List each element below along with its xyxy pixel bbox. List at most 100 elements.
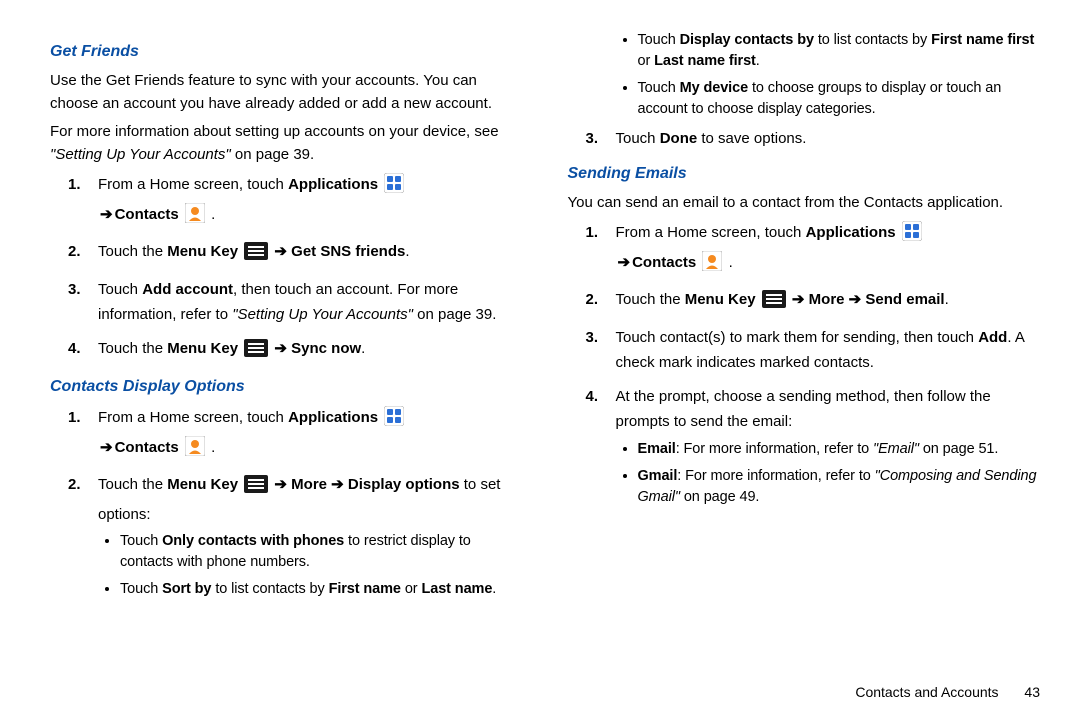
text: on page 49.	[684, 489, 760, 505]
step: Touch contact(s) to mark them for sendin…	[616, 325, 1046, 376]
menu-key-icon	[244, 242, 268, 269]
text: .	[207, 439, 215, 456]
label: Last name first	[654, 53, 756, 69]
text: Touch the	[98, 476, 167, 493]
bullets-list: Touch Only contacts with phones to restr…	[98, 531, 528, 600]
arrow-icon: ➔	[270, 476, 291, 493]
step: From a Home screen, touch Applications ➔…	[98, 405, 528, 464]
arrow-icon: ➔	[788, 291, 809, 308]
applications-icon	[384, 406, 404, 435]
contacts-icon	[702, 251, 722, 280]
label-send-email: Send email	[865, 291, 944, 308]
step: From a Home screen, touch Applications ➔…	[616, 220, 1046, 279]
text: Touch the	[616, 291, 685, 308]
step: Touch the Menu Key ➔ More ➔ Send email.	[616, 287, 1046, 317]
bullet-item: Email: For more information, refer to "E…	[638, 439, 1046, 460]
right-column: Touch Display contacts by to list contac…	[548, 30, 1046, 700]
bullets-list: Email: For more information, refer to "E…	[616, 439, 1046, 508]
label-done: Done	[660, 130, 698, 147]
manual-page: Get Friends Use the Get Friends feature …	[0, 0, 1080, 720]
reference: "Setting Up Your Accounts"	[232, 306, 417, 323]
label: Sort by	[162, 581, 211, 597]
text: Touch	[616, 130, 660, 147]
label-add-account: Add account	[142, 281, 233, 298]
text: .	[756, 53, 760, 69]
section-name: Contacts and Accounts	[855, 684, 998, 700]
menu-key-icon	[244, 339, 268, 366]
text: Touch	[638, 32, 680, 48]
label-applications: Applications	[806, 224, 896, 241]
left-column: Get Friends Use the Get Friends feature …	[50, 30, 548, 700]
text: From a Home screen, touch	[98, 176, 288, 193]
text: or	[638, 53, 655, 69]
text: From a Home screen, touch	[616, 224, 806, 241]
label: Last name	[421, 581, 492, 597]
menu-key-icon	[244, 475, 268, 502]
text: Touch the	[98, 243, 167, 260]
step: Touch Add account, then touch an account…	[98, 277, 528, 328]
bullet-item: Touch Only contacts with phones to restr…	[120, 531, 528, 573]
label: Only contacts with phones	[162, 533, 344, 549]
applications-icon	[902, 221, 922, 250]
menu-key-icon	[762, 290, 786, 317]
text: to save options.	[697, 130, 806, 147]
reference: "Setting Up Your Accounts"	[50, 146, 231, 163]
bullet-item: Touch Display contacts by to list contac…	[638, 30, 1046, 72]
arrow-icon: ➔	[100, 435, 113, 461]
arrow-icon: ➔	[845, 291, 866, 308]
reference: "Email"	[873, 441, 923, 457]
step: Touch Done to save options.	[616, 126, 1046, 152]
contacts-icon	[185, 436, 205, 465]
page-footer: Contacts and Accounts 43	[855, 684, 1040, 700]
contacts-icon	[185, 203, 205, 232]
label-menu-key: Menu Key	[685, 291, 756, 308]
steps-list: Touch Done to save options.	[568, 126, 1046, 152]
text: Touch contact(s) to mark them for sendin…	[616, 329, 979, 346]
steps-list: From a Home screen, touch Applications ➔…	[568, 220, 1046, 508]
text: Touch	[120, 533, 162, 549]
text: Touch the	[98, 340, 167, 357]
text: on page 39.	[231, 146, 314, 163]
label-menu-key: Menu Key	[167, 243, 238, 260]
label: First name first	[931, 32, 1034, 48]
paragraph: For more information about setting up ac…	[50, 121, 528, 166]
text: Touch	[638, 80, 680, 96]
label-email: Email	[638, 441, 676, 457]
steps-list: From a Home screen, touch Applications ➔…	[50, 405, 528, 600]
bullet-item: Gmail: For more information, refer to "C…	[638, 466, 1046, 508]
step: Touch the Menu Key ➔ Get SNS friends.	[98, 239, 528, 269]
label-applications: Applications	[288, 176, 378, 193]
text: .	[207, 206, 215, 223]
bullet-item: Touch My device to choose groups to disp…	[638, 78, 1046, 120]
bullets-list: Touch Display contacts by to list contac…	[568, 30, 1046, 120]
step: At the prompt, choose a sending method, …	[616, 384, 1046, 508]
text: or	[401, 581, 422, 597]
label-add: Add	[978, 329, 1007, 346]
label: My device	[680, 80, 748, 96]
text: on page 51.	[923, 441, 999, 457]
label: First name	[329, 581, 401, 597]
heading-contacts-display: Contacts Display Options	[50, 375, 528, 399]
applications-icon	[384, 173, 404, 202]
arrow-icon: ➔	[270, 340, 291, 357]
label-get-sns: Get SNS friends	[291, 243, 405, 260]
label: Display contacts by	[680, 32, 814, 48]
text: At the prompt, choose a sending method, …	[616, 388, 991, 431]
label-more: More	[291, 476, 327, 493]
text: : For more information, refer to	[676, 441, 873, 457]
text: Touch	[98, 281, 142, 298]
heading-get-friends: Get Friends	[50, 40, 528, 64]
text: From a Home screen, touch	[98, 409, 288, 426]
bullet-item: Touch Sort by to list contacts by First …	[120, 579, 528, 600]
arrow-icon: ➔	[618, 250, 631, 276]
label-menu-key: Menu Key	[167, 340, 238, 357]
heading-sending-emails: Sending Emails	[568, 162, 1046, 186]
label-display-options: Display options	[348, 476, 460, 493]
arrow-icon: ➔	[270, 243, 291, 260]
text: on page 39.	[417, 306, 496, 323]
text: .	[945, 291, 949, 308]
text: .	[405, 243, 409, 260]
text: to list contacts by	[814, 32, 931, 48]
label-gmail: Gmail	[638, 468, 678, 484]
label-sync-now: Sync now	[291, 340, 361, 357]
